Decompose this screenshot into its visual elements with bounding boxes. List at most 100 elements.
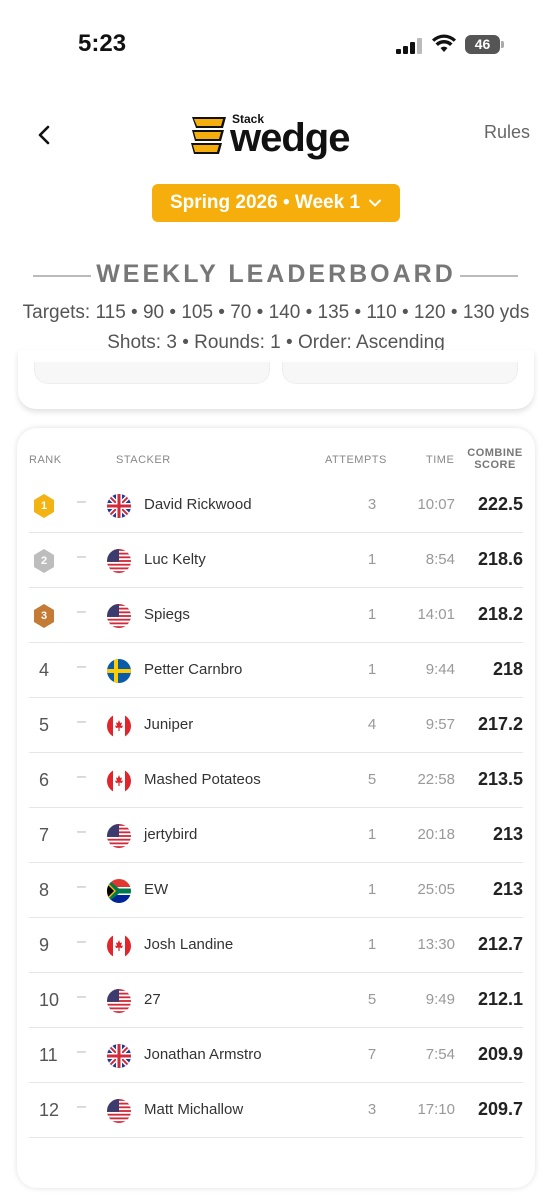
divider — [460, 275, 518, 277]
stacker-name[interactable]: David Rickwood — [144, 496, 252, 513]
time-value: 9:44 — [425, 661, 455, 678]
combine-score-value: 213.5 — [477, 769, 523, 789]
rank-medal-icon: 2 — [33, 549, 55, 573]
combine-score-value: 218.2 — [477, 604, 523, 624]
battery-level: 46 — [465, 35, 500, 54]
flag-ca-icon — [107, 934, 131, 958]
stacker-name[interactable]: jertybird — [144, 826, 197, 843]
rank-number: 11 — [39, 1045, 58, 1065]
stacker-name[interactable]: Luc Kelty — [144, 551, 206, 568]
rank-change: – — [77, 658, 86, 675]
attempts-value: 3 — [367, 1101, 377, 1118]
leaderboard-heading: WEEKLY LEADERBOARD — [0, 258, 552, 294]
table-row[interactable]: 7 – jertybird 1 20:18 213 — [29, 808, 523, 863]
logo-mark-icon — [191, 117, 226, 154]
flag-se-icon — [107, 659, 131, 683]
status-bar: 5:23 46 — [0, 0, 552, 90]
flag-us-icon — [107, 1099, 131, 1123]
attempts-value: 3 — [367, 496, 377, 513]
rank-change: – — [77, 823, 86, 840]
table-row[interactable]: 8 – EW 1 25:05 213 — [29, 863, 523, 918]
flag-ca-icon — [107, 714, 131, 738]
rank-change: – — [77, 933, 86, 950]
wifi-icon — [432, 34, 456, 52]
battery-icon: 46 — [465, 35, 504, 54]
attempts-value: 5 — [367, 771, 377, 788]
combine-score-value: 217.2 — [477, 714, 523, 734]
table-row[interactable]: 9 – Josh Landine 1 13:30 212.7 — [29, 918, 523, 973]
table-row[interactable]: 12– Matt Michallow 3 17:10 209.7 — [29, 1083, 523, 1138]
combine-score-value: 212.1 — [477, 989, 523, 1009]
filter-card — [18, 350, 534, 409]
column-header-combine-score: COMBINE SCORE — [463, 447, 527, 471]
table-row[interactable]: 10– 27 5 9:49 212.1 — [29, 973, 523, 1028]
attempts-value: 4 — [367, 716, 377, 733]
flag-us-icon — [107, 549, 131, 573]
logo-wedge-text: wedge — [230, 116, 350, 160]
time-value: 9:57 — [425, 716, 455, 733]
time-value: 9:49 — [425, 991, 455, 1008]
score-header-line1: COMBINE — [467, 447, 523, 459]
stacker-name[interactable]: Petter Carnbro — [144, 661, 242, 678]
rank-change: – — [77, 1098, 86, 1115]
rules-link[interactable]: Rules — [484, 122, 530, 143]
table-row[interactable]: 1 – David Rickwood 3 10:07 222.5 — [29, 478, 523, 533]
combine-score-value: 213 — [492, 824, 523, 844]
attempts-value: 1 — [367, 661, 377, 678]
filter-option[interactable] — [282, 362, 518, 384]
stacker-name[interactable]: Mashed Potateos — [144, 771, 261, 788]
chevron-left-icon[interactable] — [30, 120, 60, 150]
table-row[interactable]: 2 – Luc Kelty 1 8:54 218.6 — [29, 533, 523, 588]
attempts-value: 1 — [367, 606, 377, 623]
rank-number: 12 — [39, 1100, 60, 1120]
combine-score-value: 212.7 — [477, 934, 523, 954]
status-time: 5:23 — [78, 30, 127, 57]
rank-change: – — [77, 713, 86, 730]
score-header-line2: SCORE — [474, 459, 516, 471]
time-value: 22:58 — [417, 771, 455, 788]
column-header-stacker: STACKER — [116, 454, 171, 466]
rank-change: – — [77, 988, 86, 1005]
column-header-rank: RANK — [29, 454, 62, 466]
stacker-name[interactable]: Jonathan Armstro — [144, 1046, 262, 1063]
filter-option[interactable] — [34, 362, 270, 384]
stacker-name[interactable]: 27 — [144, 991, 161, 1008]
combine-score-value: 222.5 — [477, 494, 523, 514]
table-row[interactable]: 3 – Spiegs 1 14:01 218.2 — [29, 588, 523, 643]
rank-change: – — [77, 493, 86, 510]
flag-us-icon — [107, 604, 131, 628]
rank-number: 8 — [39, 880, 50, 900]
flag-us-icon — [107, 824, 131, 848]
leaderboard-rows: 1 – David Rickwood 3 10:07 222.5 2 – Luc Kelty 1… — [17, 478, 535, 1138]
attempts-value: 1 — [367, 826, 377, 843]
flag-za-icon — [107, 879, 131, 903]
attempts-value: 7 — [367, 1046, 377, 1063]
leaderboard-table: RANK STACKER ATTEMPTS TIME COMBINE SCORE… — [17, 428, 535, 1188]
time-value: 25:05 — [417, 881, 455, 898]
season-week-dropdown[interactable]: Spring 2026 • Week 1 — [152, 184, 400, 222]
rank-number: 6 — [39, 770, 50, 790]
stacker-name[interactable]: Spiegs — [144, 606, 190, 623]
table-row[interactable]: 4 – Petter Carnbro 1 9:44 218 — [29, 643, 523, 698]
stacker-name[interactable]: EW — [144, 881, 168, 898]
combine-score-value: 209.7 — [477, 1099, 523, 1119]
table-row[interactable]: 5 – Juniper 4 9:57 217.2 — [29, 698, 523, 753]
table-row[interactable]: 6 – Mashed Potateos 5 22:58 213.5 — [29, 753, 523, 808]
time-value: 14:01 — [417, 606, 455, 623]
stacker-name[interactable]: Matt Michallow — [144, 1101, 243, 1118]
combine-score-value: 209.9 — [477, 1044, 523, 1064]
rank-change: – — [77, 768, 86, 785]
rank-change: – — [77, 548, 86, 565]
stacker-name[interactable]: Juniper — [144, 716, 193, 733]
time-value: 17:10 — [417, 1101, 455, 1118]
attempts-value: 5 — [367, 991, 377, 1008]
flag-ca-icon — [107, 769, 131, 793]
time-value: 10:07 — [417, 496, 455, 513]
chevron-down-icon — [369, 199, 382, 207]
app-header: Stack wedge Rules — [0, 100, 552, 170]
stacker-name[interactable]: Josh Landine — [144, 936, 233, 953]
table-row[interactable]: 11 – Jonathan Armstro 7 7:54 209.9 — [29, 1028, 523, 1083]
rank-number: 2 — [40, 555, 48, 567]
column-header-attempts: ATTEMPTS — [325, 454, 387, 466]
rank-number: 5 — [39, 715, 50, 735]
